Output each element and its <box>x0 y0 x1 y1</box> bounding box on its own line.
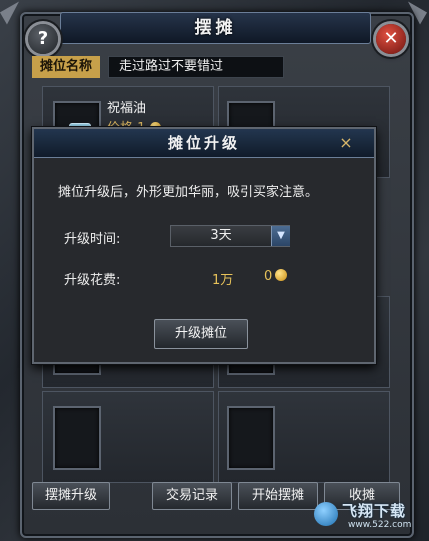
start-stall-button[interactable]: 开始摆摊 <box>238 482 318 510</box>
upgrade-stall-button[interactable]: 摆摊升级 <box>32 482 110 510</box>
title-bar: 摆摊 <box>60 12 371 44</box>
upgrade-dialog: 摊位升级 × 摊位升级后，外形更加华丽，吸引买家注意。 升级时间: 3天 ▼ 升… <box>32 127 376 364</box>
upgrade-time-label: 升级时间: <box>64 232 121 247</box>
item-name: 祝福油 <box>107 101 147 116</box>
dialog-description: 摊位升级后，外形更加华丽，吸引买家注意。 <box>58 185 319 200</box>
gold-coin-icon <box>275 269 288 281</box>
stall-name-row: 摊位名称 走过路过不要错过 <box>32 56 408 78</box>
window-title: 摆摊 <box>194 18 237 38</box>
dialog-close-icon[interactable]: × <box>336 133 356 153</box>
silver-cost: 1万 <box>212 273 234 288</box>
chevron-down-icon[interactable]: ▼ <box>271 226 290 246</box>
stall-name-input[interactable]: 走过路过不要错过 <box>108 56 284 78</box>
help-button[interactable]: ? <box>28 24 58 54</box>
upgrade-time-select[interactable]: 3天 ▼ <box>170 225 290 247</box>
stall-name-label: 摊位名称 <box>32 56 100 78</box>
watermark-text: 飞翔下载 <box>342 502 407 520</box>
dialog-title-bar: 摊位升级 × <box>34 129 374 158</box>
item-slot[interactable] <box>42 391 214 483</box>
watermark-url: www.522.com <box>348 520 412 530</box>
upgrade-time-value: 3天 <box>210 228 232 243</box>
trade-log-button[interactable]: 交易记录 <box>152 482 232 510</box>
dialog-title: 摊位升级 <box>167 134 240 152</box>
empty-slot-frame <box>227 406 275 470</box>
gold-cost: 0 <box>264 269 288 284</box>
empty-slot-frame <box>53 406 101 470</box>
item-slot[interactable] <box>218 391 390 483</box>
watermark: 飞翔下载 www.522.com <box>310 496 428 536</box>
watermark-logo-icon <box>314 502 338 526</box>
confirm-upgrade-button[interactable]: 升级摊位 <box>154 319 248 349</box>
close-x-icon: ✕ <box>383 28 399 49</box>
close-button[interactable]: ✕ <box>376 24 406 54</box>
question-mark-icon: ? <box>37 28 49 49</box>
upgrade-cost-label: 升级花费: <box>64 273 121 288</box>
